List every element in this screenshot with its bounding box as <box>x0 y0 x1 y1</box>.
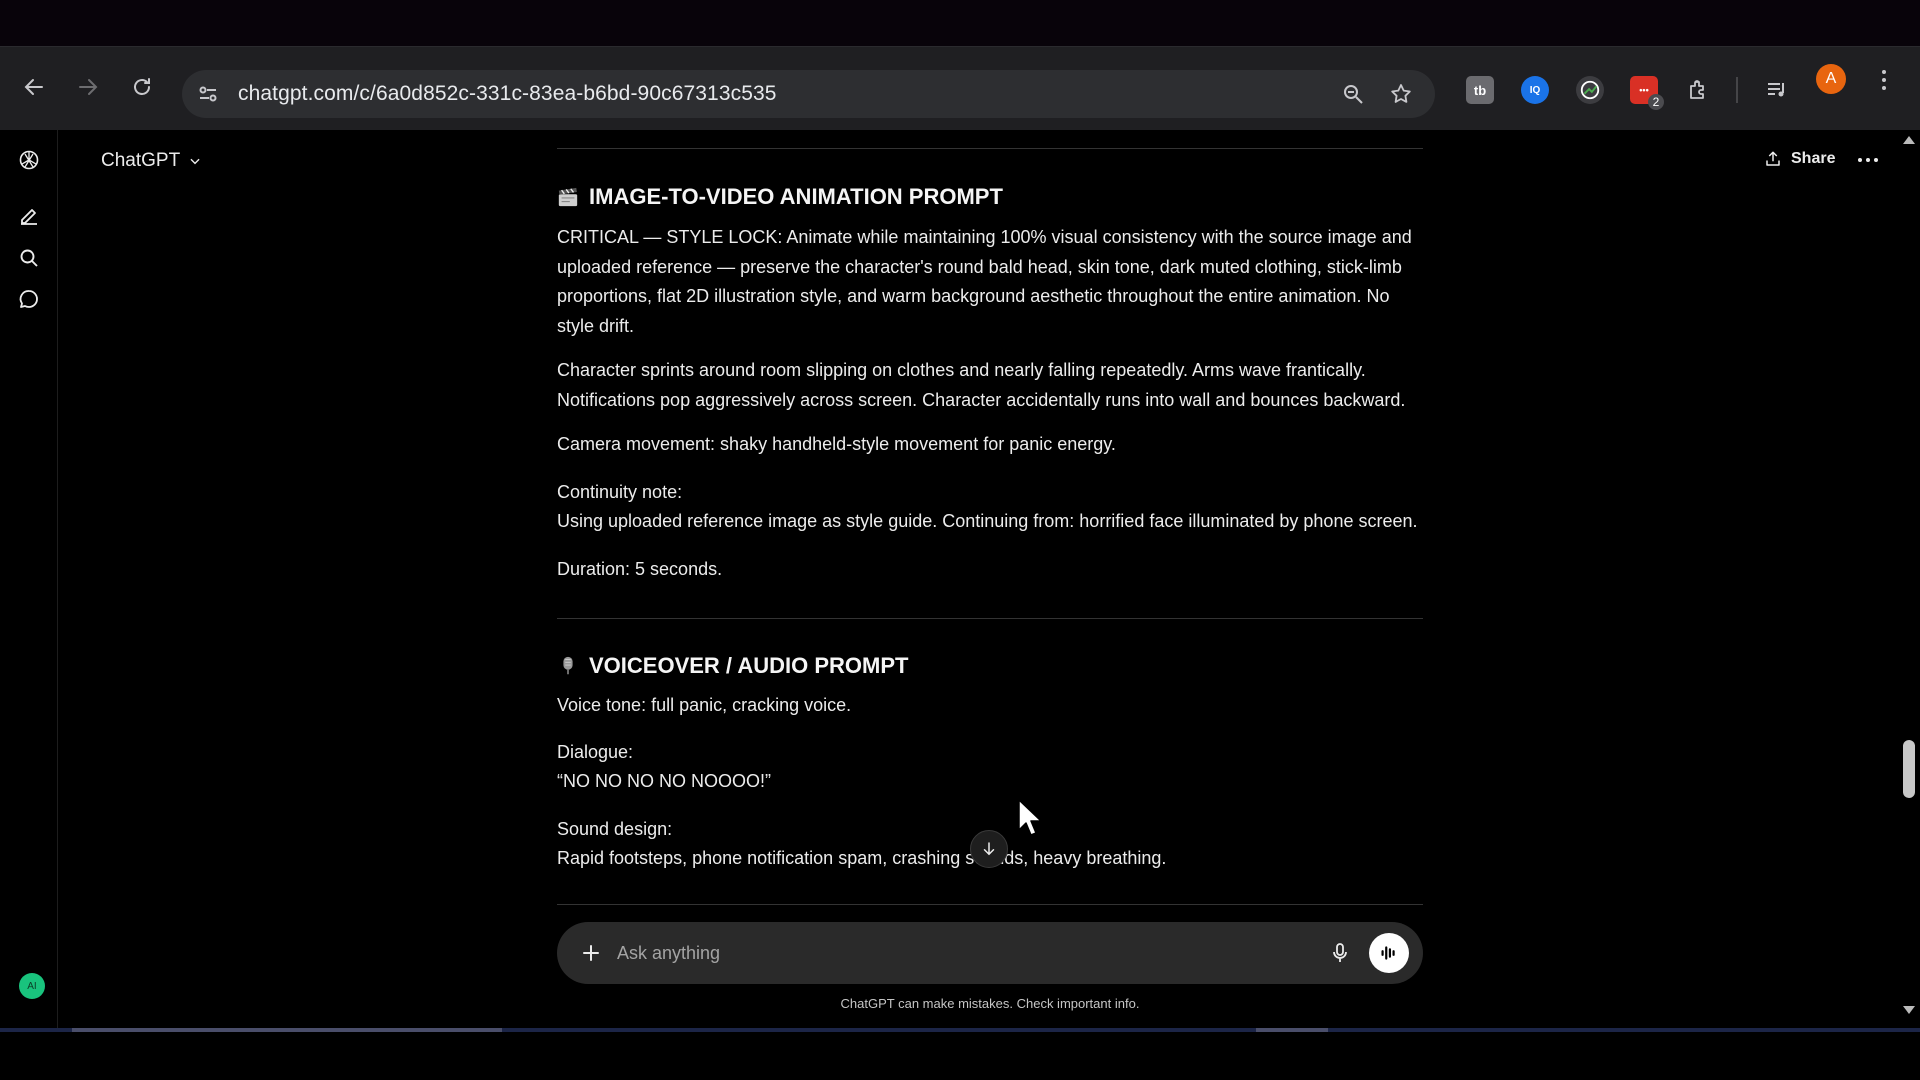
gauge-extension-icon[interactable] <box>1576 76 1604 104</box>
iq-extension-icon[interactable]: IQ <box>1521 76 1549 104</box>
media-control-icon[interactable] <box>1763 76 1791 104</box>
microphone-icon[interactable] <box>1328 941 1352 965</box>
arrow-down-icon <box>983 842 995 856</box>
voice-waveform-icon <box>1381 946 1395 960</box>
user-avatar[interactable]: AI <box>19 973 45 999</box>
taskbar-item[interactable] <box>72 1028 502 1032</box>
voice-tone-paragraph: Voice tone: full panic, cracking voice. <box>557 695 852 715</box>
browser-toolbar: chatgpt.com/c/6a0d852c-331c-83ea-b6bd-90… <box>0 46 1920 130</box>
prompt-input[interactable] <box>617 936 1277 970</box>
model-selector[interactable]: ChatGPT <box>101 150 202 172</box>
bookmark-star-icon[interactable] <box>1389 82 1413 106</box>
duration-paragraph: Duration: 5 seconds. <box>557 559 723 579</box>
share-button[interactable]: Share <box>1764 150 1835 168</box>
openai-logo-icon[interactable] <box>17 148 41 172</box>
profile-avatar[interactable]: A <box>1816 64 1846 94</box>
dialogue-label: Dialogue: <box>557 742 634 762</box>
page-scrollbar[interactable] <box>1898 130 1920 1028</box>
search-chats-icon[interactable] <box>17 246 41 270</box>
red-extension-icon[interactable]: ••• 2 <box>1630 76 1664 110</box>
scroll-to-bottom-button[interactable] <box>970 830 1008 868</box>
chatgpt-page: AI ChatGPT Share IMAGE-TO-VIDEO ANIMATIO… <box>0 130 1920 1028</box>
scrollbar-thumb[interactable] <box>1903 740 1915 798</box>
section-heading-video: IMAGE-TO-VIDEO ANIMATION PROMPT <box>557 184 1003 210</box>
section-heading-audio: VOICEOVER / AUDIO PROMPT <box>557 653 908 679</box>
dialogue-text: “NO NO NO NO NOOOO!” <box>557 771 771 791</box>
arrow-right-icon <box>79 79 98 95</box>
section-title: IMAGE-TO-VIDEO ANIMATION PROMPT <box>589 184 1003 209</box>
divider <box>557 618 1423 619</box>
clapperboard-icon <box>558 187 578 207</box>
voice-mode-button[interactable] <box>1369 933 1409 973</box>
composer <box>557 922 1423 984</box>
share-icon <box>1766 151 1780 166</box>
reload-icon <box>134 78 150 95</box>
browser-menu-button[interactable] <box>1874 65 1894 95</box>
model-name: ChatGPT <box>101 150 181 171</box>
site-settings-icon[interactable] <box>196 82 220 106</box>
section-title: VOICEOVER / AUDIO PROMPT <box>589 653 909 678</box>
toolbar-separator <box>1736 77 1738 103</box>
camera-paragraph: Camera movement: shaky handheld-style mo… <box>557 434 1116 454</box>
continuity-label: Continuity note: <box>557 482 683 502</box>
zoom-icon[interactable] <box>1341 82 1365 106</box>
mouse-cursor-icon <box>1018 799 1042 836</box>
divider <box>557 904 1423 905</box>
extensions-puzzle-icon[interactable] <box>1684 76 1712 104</box>
more-options-button[interactable] <box>1858 158 1878 162</box>
arrow-left-icon <box>24 79 43 95</box>
chevron-down-icon <box>190 158 200 165</box>
disclaimer-text: ChatGPT can make mistakes. Check importa… <box>840 996 1140 1011</box>
microphone-emoji-icon <box>563 656 573 675</box>
scroll-up-arrow-icon[interactable] <box>1903 136 1915 144</box>
continuity-text: Using uploaded reference image as style … <box>557 511 1418 531</box>
scroll-down-arrow-icon[interactable] <box>1903 1006 1915 1014</box>
taskbar <box>0 1028 1920 1080</box>
plus-icon[interactable] <box>579 941 603 965</box>
chat-bubble-icon[interactable] <box>17 287 41 311</box>
extension-badge: 2 <box>1648 94 1664 110</box>
style-lock-paragraph: CRITICAL — STYLE LOCK: Animate while mai… <box>557 227 1412 336</box>
browser-tab-strip <box>0 0 1920 46</box>
address-bar[interactable]: chatgpt.com/c/6a0d852c-331c-83ea-b6bd-90… <box>182 70 1435 118</box>
sidebar: AI <box>0 130 58 1028</box>
url-text[interactable]: chatgpt.com/c/6a0d852c-331c-83ea-b6bd-90… <box>238 82 777 106</box>
forward-button[interactable] <box>68 67 108 107</box>
tb-extension-icon[interactable]: tb <box>1466 76 1494 104</box>
divider <box>557 148 1423 149</box>
new-chat-icon[interactable] <box>17 204 41 228</box>
back-button[interactable] <box>14 67 54 107</box>
action-paragraph: Character sprints around room slipping o… <box>557 360 1406 410</box>
taskbar-item[interactable] <box>1256 1028 1328 1032</box>
reload-button[interactable] <box>122 67 162 107</box>
share-label: Share <box>1791 150 1836 167</box>
